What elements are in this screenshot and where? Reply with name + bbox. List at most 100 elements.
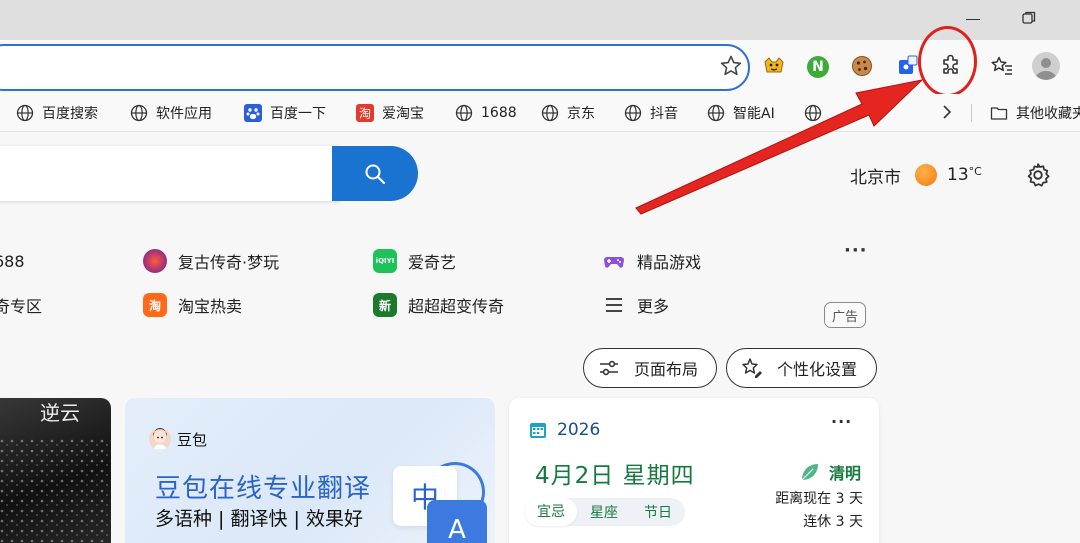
n-extension-icon[interactable]: N	[807, 56, 829, 78]
doubao-brand: 豆包	[177, 430, 208, 449]
bookmark-item[interactable]: 智能AI	[707, 100, 775, 126]
weather-widget[interactable]: 北京市 13 °C	[850, 162, 982, 188]
favorites-icon[interactable]	[990, 54, 1014, 78]
taobao-icon: 淘	[143, 293, 167, 317]
calendar-more-icon[interactable]: ···	[831, 412, 852, 431]
more-options-icon[interactable]: ···	[844, 240, 868, 261]
bookmark-folder-other[interactable]: 其他收藏夹	[990, 100, 1080, 126]
bookmark-item[interactable]: 京东	[541, 100, 595, 126]
globe-icon	[707, 104, 725, 122]
bookmark-item[interactable]: 1688	[455, 100, 517, 126]
globe-icon	[16, 104, 34, 122]
tab-jieri[interactable]: 节日	[631, 502, 685, 522]
bookmark-item[interactable]: 抖音	[624, 100, 678, 126]
tiger-extension-icon[interactable]	[762, 54, 786, 78]
quicklink-games[interactable]: 精品游戏	[602, 248, 701, 274]
bookmark-label: 抖音	[650, 106, 678, 122]
doubao-subtitle: 多语种 | 翻译快 | 效果好	[155, 508, 363, 530]
iqiyi-icon: iQIYI	[373, 249, 397, 273]
search-icon	[365, 164, 386, 184]
holiday-text: 连休 3 天	[803, 514, 863, 530]
quicklink-label: 淘宝热卖	[178, 297, 243, 316]
quicklink-chaobian[interactable]: 新 超超超变传奇	[373, 292, 504, 318]
leaf-icon	[801, 464, 818, 481]
globe-icon	[541, 104, 559, 122]
bookmark-item[interactable]: 淘 爱淘宝	[356, 100, 424, 126]
calendar-year: 2026	[557, 420, 601, 440]
address-bar[interactable]	[0, 44, 750, 91]
quicklink-chuanqi[interactable]: 奇专区	[0, 292, 42, 318]
calendar-card[interactable]: 2026 ··· 4月2日 星期四 清明 距离现在 3 天 连休 3 天 宜忌 …	[509, 398, 879, 543]
annotation-circle	[918, 26, 977, 97]
quicklink-taobao[interactable]: 淘 淘宝热卖	[143, 292, 242, 318]
personalize-button[interactable]: 个性化设置	[726, 348, 877, 388]
bookmark-label: 爱淘宝	[382, 106, 424, 122]
bookmark-label: 1688	[481, 105, 517, 121]
cookie-extension-icon[interactable]	[850, 54, 874, 78]
movie-card[interactable]: 逆云	[0, 398, 111, 543]
game-logo-icon: 新	[373, 293, 397, 317]
profile-avatar[interactable]	[1032, 52, 1060, 80]
game-logo-icon	[143, 249, 167, 273]
doubao-translate-card[interactable]: 豆包 豆包在线专业翻译 多语种 | 翻译快 | 效果好 中 A	[125, 398, 495, 543]
sun-icon	[915, 164, 937, 186]
countdown-text: 距离现在 3 天	[775, 491, 863, 507]
bookmark-label: 百度搜索	[42, 106, 98, 122]
chevron-right-icon[interactable]	[938, 103, 956, 121]
calendar-tabs: 宜忌 星座 节日	[525, 498, 685, 526]
baidu-paw-icon	[244, 104, 262, 122]
quicklink-iqiyi[interactable]: iQIYI 爱奇艺	[373, 248, 456, 274]
gear-icon[interactable]	[1025, 162, 1051, 188]
globe-icon	[455, 104, 473, 122]
search-input[interactable]	[0, 146, 340, 201]
bookmark-item[interactable]: 百度一下	[244, 100, 326, 126]
page-layout-button[interactable]: 页面布局	[583, 348, 717, 388]
bookmarks-bar: 百度搜索 软件应用 百度一下 淘 爱淘宝 1688 京东 抖音 智能AI 其他收…	[0, 94, 1080, 132]
weather-city: 北京市	[850, 167, 901, 188]
quicklink-label: 复古传奇·梦玩	[178, 253, 280, 272]
bookmark-label: 其他收藏夹	[1016, 106, 1080, 122]
bookmark-item[interactable]: 百度搜索	[16, 100, 98, 126]
bookmark-item-partial[interactable]	[804, 100, 830, 126]
sliders-icon	[600, 360, 618, 376]
ad-badge: 广告	[824, 302, 866, 328]
personalize-label: 个性化设置	[777, 360, 858, 379]
quicklink-label: 超超超变传奇	[408, 297, 505, 316]
weather-temp: 13	[947, 165, 969, 185]
quicklink-fugu[interactable]: 复古传奇·梦玩	[143, 248, 279, 274]
tab-yiji[interactable]: 宜忌	[525, 498, 577, 526]
menu-icon	[602, 293, 626, 317]
search-button[interactable]	[332, 146, 418, 201]
bookmark-label: 软件应用	[156, 106, 212, 122]
doubao-title: 豆包在线专业翻译	[155, 474, 372, 504]
quicklink-1688[interactable]: 688	[0, 248, 25, 274]
globe-icon	[804, 104, 822, 122]
gamepad-icon	[602, 249, 626, 273]
calendar-date: 4月2日 星期四	[535, 463, 695, 489]
movie-poster-image: 逆云	[0, 401, 111, 543]
blue-extension-icon[interactable]	[895, 54, 919, 78]
bookmark-label: 京东	[567, 106, 595, 122]
tab-xingzuo[interactable]: 星座	[577, 502, 631, 522]
quicklink-label: 精品游戏	[637, 253, 702, 272]
doubao-header: 豆包	[149, 428, 207, 450]
quicklink-label: 奇专区	[0, 297, 43, 316]
title-bar	[0, 0, 1080, 40]
quicklink-label: 688	[0, 251, 25, 271]
doubao-avatar	[149, 428, 171, 450]
add-favorite-star-icon[interactable]	[719, 54, 743, 78]
minimize-icon[interactable]	[966, 19, 980, 20]
translate-a-icon: A	[427, 500, 487, 543]
quicklink-label: 爱奇艺	[408, 253, 457, 272]
quicklink-more[interactable]: 更多	[602, 292, 669, 318]
bookmark-label: 百度一下	[270, 106, 326, 122]
calendar-header: 2026	[529, 420, 600, 440]
star-edit-icon	[742, 358, 762, 378]
bookmark-item[interactable]: 软件应用	[130, 100, 212, 126]
globe-icon	[624, 104, 642, 122]
page-layout-label: 页面布局	[634, 360, 699, 379]
svg-text:淘: 淘	[359, 107, 371, 121]
restore-icon[interactable]	[1022, 11, 1036, 25]
taobao-icon: 淘	[356, 104, 374, 122]
bookmark-label: 智能AI	[733, 106, 775, 122]
